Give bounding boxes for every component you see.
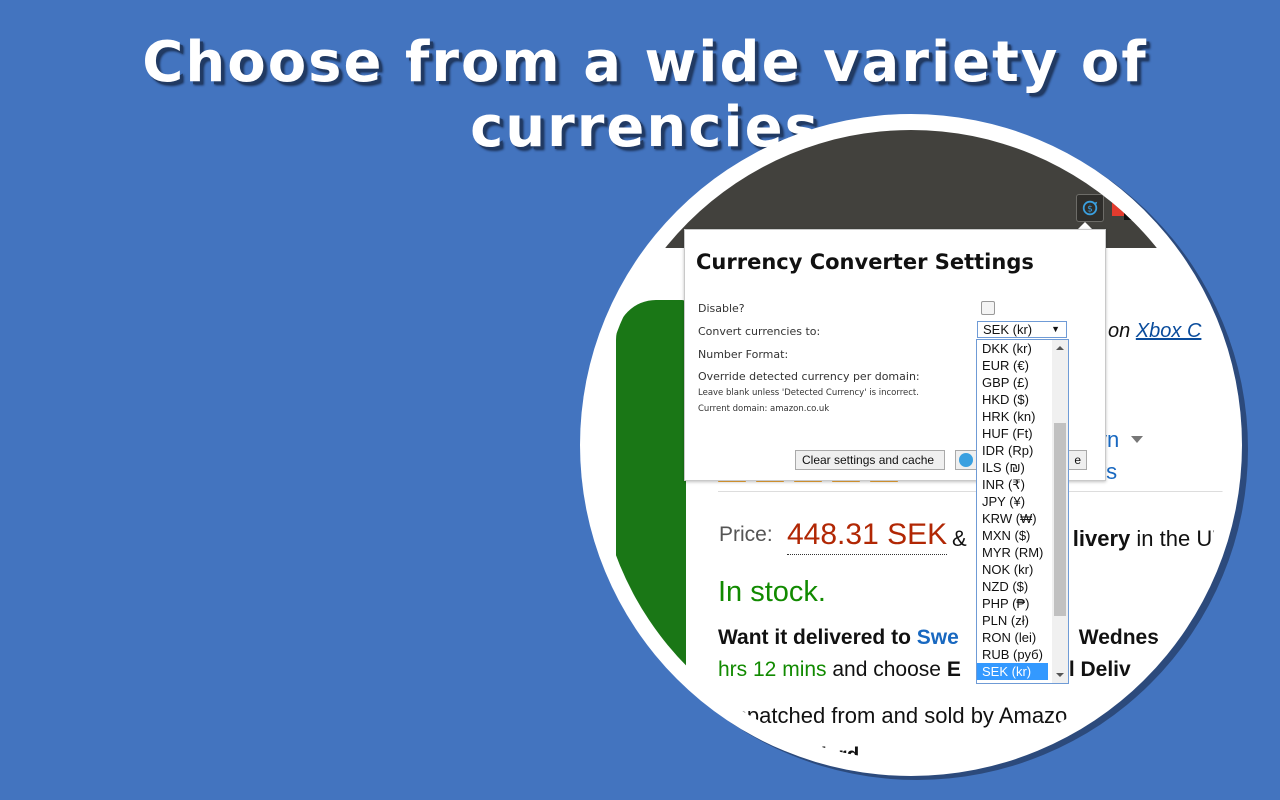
currency-option[interactable]: ILS (₪) (977, 459, 1048, 476)
currency-option[interactable]: DKK (kr) (977, 340, 1048, 357)
currency-option[interactable]: HRK (kn) (977, 408, 1048, 425)
currency-option[interactable]: MXN ($) (977, 527, 1048, 544)
svg-text:$: $ (1087, 205, 1093, 215)
divider (718, 491, 1226, 492)
currency-option[interactable]: IDR (Rp) (977, 442, 1048, 459)
delivery-prompt: Want it delivered to Swe Wednes (718, 626, 1159, 650)
currency-select[interactable]: SEK (kr) ▼ (977, 321, 1067, 338)
magnifier-circle: $ on Xbox C yn ews Price: 448.31 SEK & l… (580, 114, 1242, 776)
number-format-label: Number Format: (698, 348, 789, 361)
currency-option[interactable]: PLN (zł) (977, 612, 1048, 629)
platform-line: on Xbox C (1108, 320, 1201, 343)
currency-option[interactable]: RON (lei) (977, 629, 1048, 646)
countdown-time: hrs 12 mins (718, 658, 827, 681)
currency-option[interactable]: KRW (₩) (977, 510, 1048, 527)
want-prefix: Want it delivered to (718, 626, 917, 649)
standard-heading: ndard (801, 744, 860, 760)
scroll-down-icon[interactable] (1056, 673, 1064, 677)
currency-dropdown-list[interactable]: DKK (kr) EUR (€) GBP (£) HKD ($) HRK (kn) HUF… (976, 339, 1069, 684)
currency-option[interactable]: HUF (Ft) (977, 425, 1048, 442)
price-value: 448.31 SEK (787, 518, 948, 555)
convert-label: Convert currencies to: (698, 325, 821, 338)
dark-extension-icon[interactable] (1124, 210, 1132, 220)
currency-select-value: SEK (kr) (983, 322, 1033, 337)
price-label: Price: (719, 523, 773, 546)
scroll-up-icon[interactable] (1056, 346, 1064, 350)
scroll-thumb[interactable] (1054, 423, 1066, 616)
currency-option[interactable]: NOK (kr) (977, 561, 1048, 578)
delivery-bold: livery (1072, 526, 1131, 551)
currency-option[interactable]: PHP (₱) (977, 595, 1048, 612)
currency-option[interactable]: JPY (¥) (977, 493, 1048, 510)
currency-option[interactable]: HKD ($) (977, 391, 1048, 408)
currency-option[interactable]: INR (₹) (977, 476, 1048, 493)
country-link[interactable]: Swe (917, 626, 959, 649)
clear-settings-button[interactable]: Clear settings and cache (795, 450, 945, 470)
screenshot-lens: $ on Xbox C yn ews Price: 448.31 SEK & l… (596, 130, 1226, 760)
override-label: Override detected currency per domain: (698, 370, 920, 383)
currency-converter-icon: $ (1082, 200, 1098, 216)
currency-converter-icon (959, 453, 973, 467)
popup-title: Currency Converter Settings (696, 250, 1034, 274)
in-stock-status: In stock. (718, 576, 826, 608)
platform-link[interactable]: Xbox C (1136, 320, 1202, 342)
save-button-label: e (1074, 453, 1081, 467)
on-text: on (1108, 320, 1136, 342)
disable-checkbox[interactable] (981, 301, 995, 315)
currency-option[interactable]: NZD ($) (977, 578, 1048, 595)
current-domain: Current domain: amazon.co.uk (698, 404, 830, 414)
currency-option[interactable]: MYR (RM) (977, 544, 1048, 561)
want-day: Wednes (1078, 626, 1159, 649)
dropdown-arrow-icon: ▼ (1051, 324, 1060, 334)
currency-option[interactable]: RUB (руб) (977, 646, 1048, 663)
caret-down-icon[interactable] (1131, 436, 1143, 443)
currency-option[interactable]: EUR (€) (977, 357, 1048, 374)
dropdown-scrollbar[interactable] (1052, 340, 1068, 683)
override-hint: Leave blank unless 'Detected Currency' i… (698, 388, 919, 398)
currency-option[interactable]: GBP (£) (977, 374, 1048, 391)
popup-arrow (1078, 222, 1092, 229)
dispatched-note: ispatched from and sold by Amazo (731, 703, 1068, 728)
currency-converter-extension-button[interactable]: $ (1076, 194, 1104, 222)
ampersand: & (952, 526, 973, 551)
product-image (616, 300, 686, 700)
countdown-mid: and choose (826, 658, 947, 681)
delivery-suffix: in the U' (1130, 526, 1217, 551)
currency-option[interactable]: SEK (kr) (977, 663, 1048, 680)
disable-label: Disable? (698, 302, 745, 315)
